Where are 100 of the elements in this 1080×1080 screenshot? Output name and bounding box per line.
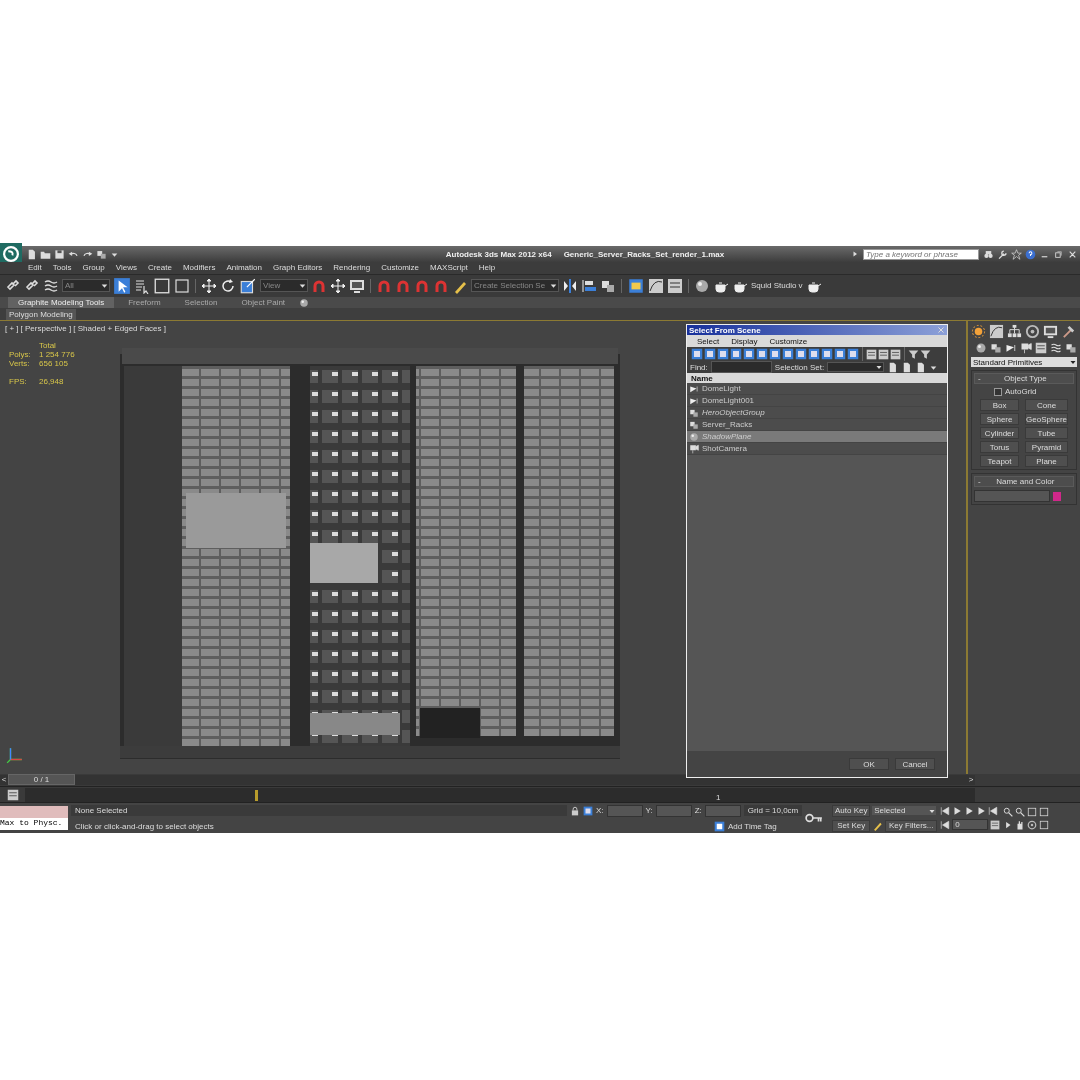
coordinate-field[interactable] — [704, 804, 741, 817]
previous-frame-icon[interactable] — [952, 806, 963, 817]
primitive-button[interactable]: GeoSphere — [1025, 413, 1068, 426]
menu-item[interactable]: Graph Editors — [272, 263, 323, 273]
filter-icon[interactable] — [920, 348, 931, 360]
menu-item[interactable]: Group — [82, 263, 105, 273]
ribbon-options-icon[interactable] — [299, 297, 310, 308]
object-row[interactable]: HeroObjectGroup — [687, 407, 947, 420]
object-row[interactable]: Server_Racks — [687, 419, 947, 432]
autogrid-checkbox[interactable] — [994, 387, 1002, 396]
next-frame-button[interactable]: > — [967, 775, 975, 785]
time-slider[interactable]: < 0 / 1 > — [0, 774, 975, 785]
select-by-name-icon[interactable] — [134, 277, 150, 294]
arrow-icon[interactable] — [851, 250, 859, 258]
track-bar[interactable]: 1 — [25, 787, 975, 802]
list-icon[interactable] — [878, 348, 889, 360]
named-selection-dropdown[interactable]: Create Selection Se — [471, 279, 559, 293]
menu-item[interactable]: Select — [697, 336, 720, 346]
ribbon-panel-tab[interactable]: Polygon Modeling — [6, 308, 76, 320]
selection-filter-dropdown[interactable]: All — [62, 279, 110, 293]
dialog-button[interactable]: Cancel — [895, 758, 935, 771]
primitive-button[interactable]: Cone — [1025, 399, 1068, 412]
primitive-button[interactable]: Torus — [980, 441, 1020, 454]
zoom-extents-icon[interactable] — [1027, 806, 1038, 817]
mirror-icon[interactable] — [562, 277, 578, 294]
display-filter-icon[interactable] — [730, 348, 742, 361]
display-filter-icon[interactable] — [847, 348, 859, 361]
set-key-button[interactable]: Set Key — [832, 819, 871, 832]
camera-icon[interactable] — [1020, 342, 1032, 355]
color-swatch[interactable] — [1053, 491, 1061, 501]
key-mode-icon[interactable] — [940, 819, 951, 830]
create-icon[interactable] — [971, 324, 986, 340]
frame-field[interactable]: 0 — [952, 819, 989, 831]
hammer-icon[interactable] — [1061, 324, 1076, 340]
schematic-icon[interactable] — [667, 277, 683, 294]
viewport-label[interactable]: [ + ] — [5, 324, 19, 334]
display-filter-icon[interactable] — [717, 348, 729, 361]
display-filter-icon[interactable] — [691, 348, 703, 361]
display-filter-icon[interactable] — [795, 348, 807, 361]
list-icon[interactable] — [890, 348, 901, 360]
menu-item[interactable]: Create — [147, 263, 172, 273]
display-filter-icon[interactable] — [821, 348, 833, 361]
absolute-mode-icon[interactable] — [583, 805, 593, 816]
maximize-icon[interactable] — [1039, 819, 1050, 830]
primitive-button[interactable]: Box — [980, 399, 1020, 412]
primitive-button[interactable]: Cylinder — [980, 427, 1020, 440]
display-filter-icon[interactable] — [808, 348, 820, 361]
transform-icon[interactable] — [330, 277, 346, 294]
align-icon[interactable] — [581, 277, 597, 294]
menu-item[interactable]: Views — [115, 263, 137, 273]
play-icon[interactable] — [964, 806, 975, 817]
window-icon[interactable] — [174, 277, 190, 294]
helper-icon[interactable] — [1035, 342, 1047, 355]
geometry-icon[interactable] — [975, 342, 987, 355]
menu-item[interactable]: MAXScript — [430, 263, 468, 273]
curve-icon[interactable] — [989, 324, 1004, 340]
go-to-start-icon[interactable] — [940, 806, 951, 817]
move-icon[interactable] — [201, 277, 217, 294]
zoom-icon[interactable] — [1003, 806, 1014, 817]
primitive-button[interactable]: Tube — [1025, 427, 1068, 440]
key-filters-button[interactable]: Key Filters... — [885, 819, 938, 832]
go-to-end-icon[interactable] — [988, 806, 999, 817]
orbit-icon[interactable] — [1027, 819, 1038, 830]
add-time-tag-label[interactable]: Add Time Tag — [728, 821, 777, 831]
object-row[interactable]: ShotCamera — [687, 443, 947, 456]
filter-icon[interactable] — [908, 348, 919, 360]
keyframe-marker[interactable] — [255, 789, 258, 801]
next-frame-icon[interactable] — [976, 806, 987, 817]
monitor-icon[interactable] — [349, 277, 365, 294]
layer-manager-icon[interactable] — [627, 276, 645, 295]
object-row[interactable]: DomeLight — [687, 383, 947, 396]
find-field[interactable] — [710, 361, 772, 374]
column-header[interactable]: Name — [687, 373, 947, 384]
menu-item[interactable]: Edit — [28, 263, 42, 273]
menu-item[interactable]: Display — [731, 336, 758, 346]
display-filter-icon[interactable] — [782, 348, 794, 361]
wheel-icon[interactable] — [1025, 324, 1040, 340]
category-dropdown[interactable]: Standard Primitives — [971, 357, 1077, 368]
rollout-header[interactable]: - Name and Color — [974, 476, 1074, 488]
select-cursor-icon[interactable] — [113, 276, 131, 295]
display-filter-icon[interactable] — [756, 348, 768, 361]
wave-icon[interactable] — [43, 277, 59, 294]
display-filter-icon[interactable] — [769, 348, 781, 361]
binoculars-icon[interactable] — [983, 248, 994, 260]
rotate-icon[interactable] — [220, 277, 236, 294]
search-field[interactable]: Type a keyword or phrase — [863, 248, 979, 260]
list-icon[interactable] — [866, 348, 877, 360]
hierarchy-icon[interactable] — [1007, 324, 1022, 340]
object-name-field[interactable] — [974, 490, 1050, 503]
ribbon-tab[interactable]: Freeform — [118, 297, 171, 308]
collapse-toggle[interactable]: - — [978, 477, 981, 487]
menu-item[interactable]: Modifiers — [182, 263, 216, 273]
time-slider-thumb[interactable]: 0 / 1 — [8, 774, 75, 786]
display-filter-icon[interactable] — [743, 348, 755, 361]
collapse-toggle[interactable]: - — [978, 374, 981, 384]
display-filter-icon[interactable] — [704, 348, 716, 361]
zoom-all-icon[interactable] — [1015, 806, 1026, 817]
menu-item[interactable]: Help — [478, 263, 496, 273]
save-icon[interactable] — [54, 248, 65, 260]
ribbon-tab[interactable]: Graphite Modeling Tools — [8, 297, 115, 308]
